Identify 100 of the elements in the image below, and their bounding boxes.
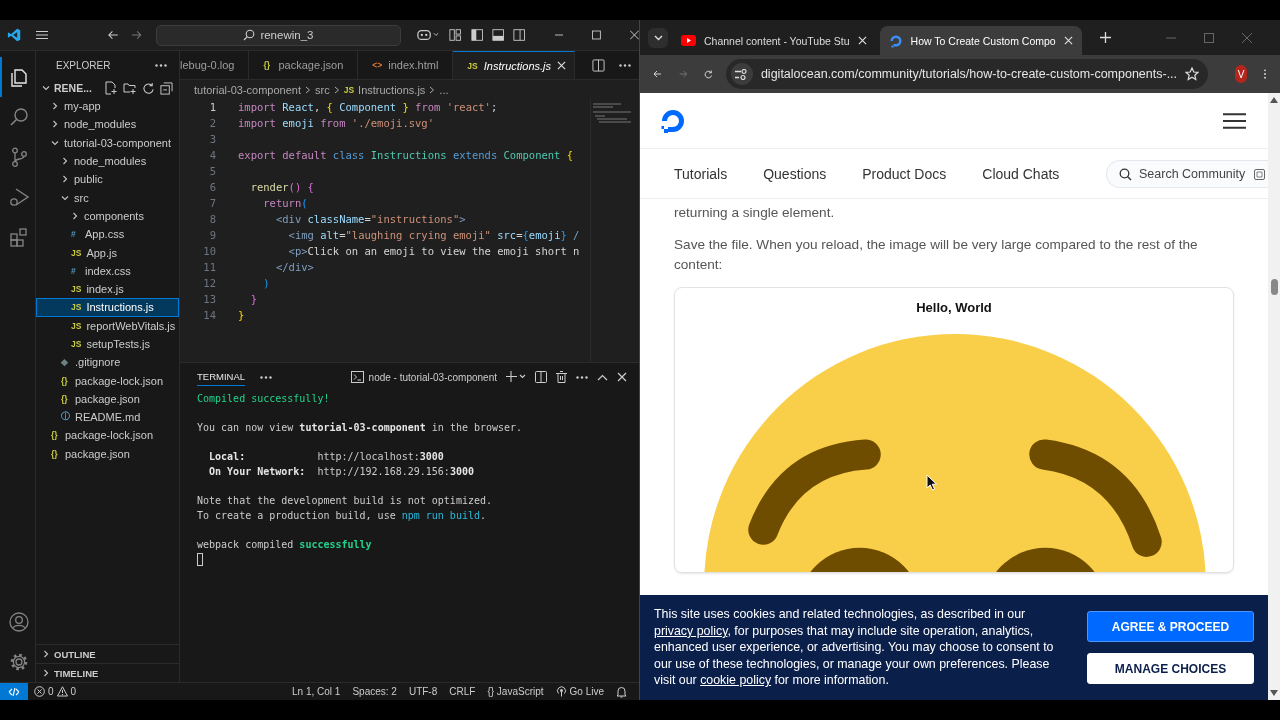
chevron-icon [429, 85, 436, 94]
editor-tab[interactable]: JS Instructions.js [453, 51, 575, 79]
customize-layout-icon[interactable] [449, 28, 462, 42]
scroll-down-icon[interactable] [1270, 690, 1278, 696]
tree-item[interactable]: node_modules [36, 115, 179, 134]
new-tab-icon[interactable] [1099, 32, 1111, 43]
tree-item[interactable]: {} package-lock.json [36, 371, 179, 390]
app-logo-icon[interactable] [7, 27, 22, 43]
cookie-notice: This site uses cookies and related technologies, as described in our privacy policy, for purposes that may include site operation, analytics, enhanced user experience, or advertising. You may choose to consent to our use of these technologies, or manage your own preferences. Please visit our cookie policy for more information. [654, 606, 1055, 689]
breadcrumb-item[interactable]: Instructions.js [358, 83, 426, 96]
status-item[interactable]: Go Live [549, 686, 610, 697]
tree-item[interactable]: # index.css [36, 261, 179, 280]
problems-button[interactable]: 0 0 [28, 686, 83, 697]
status-item[interactable]: {} JavaScript [481, 686, 550, 697]
file-name: package-lock.json [75, 374, 164, 387]
back-arrow-icon[interactable] [653, 68, 662, 80]
refresh-icon[interactable] [142, 81, 155, 95]
tree-item[interactable]: src [36, 188, 179, 207]
editor-tab[interactable]: lebug-0.log [180, 51, 250, 79]
forward-arrow-icon[interactable] [131, 30, 142, 40]
workspace-folder[interactable]: RENE... [36, 82, 92, 94]
editor-tab[interactable]: {} package.json [249, 51, 359, 79]
tree-item[interactable]: components [36, 206, 179, 226]
address-bar[interactable]: digitalocean.com/community/tutorials/how-to-create-custom-components-... [725, 59, 1209, 89]
tree-item[interactable]: JS index.js [36, 279, 179, 299]
bell-icon[interactable] [616, 685, 627, 698]
tree-item[interactable]: ⓘ README.md [36, 408, 179, 427]
tree-item[interactable]: my-app [36, 97, 179, 116]
status-item[interactable]: Ln 1, Col 1 [286, 686, 347, 697]
tree-item[interactable]: public [36, 170, 179, 189]
tree-item[interactable]: node_modules [36, 151, 179, 171]
tab-label: package.json [278, 59, 344, 71]
nav-link[interactable]: Product Docs [862, 165, 947, 182]
tree-item[interactable]: ◆ .gitignore [36, 353, 179, 372]
tree-item[interactable]: JS reportWebVitals.js [36, 316, 179, 335]
toggle-panel-icon[interactable] [491, 28, 505, 42]
code-line: render() { [249, 181, 314, 193]
split-editor-icon[interactable] [592, 58, 605, 72]
tree-item[interactable]: {} package.json [36, 389, 179, 409]
code-line: <div className="instructions"> [274, 213, 466, 225]
collapse-all-icon[interactable] [160, 81, 173, 95]
more-actions-icon[interactable] [260, 375, 273, 379]
star-icon[interactable] [1185, 67, 1200, 81]
mouse-pointer-icon [926, 474, 938, 491]
nav-link[interactable]: Cloud Chats [982, 165, 1060, 182]
tree-item[interactable]: # App.css [36, 225, 179, 244]
paragraph: returning a single element. [674, 204, 836, 222]
panel-tab[interactable]: TERMINAL [197, 368, 246, 386]
tree-item[interactable]: JS App.js [36, 243, 179, 262]
browser-tab[interactable]: How To Create Custom Compo [879, 26, 1082, 55]
command-center[interactable]: renewin_3 [155, 24, 402, 46]
breadcrumb-item[interactable]: src [315, 83, 330, 96]
search-field[interactable]: Search Community [1106, 159, 1268, 188]
split-terminal-icon[interactable] [535, 371, 547, 383]
trash-icon[interactable] [556, 371, 567, 383]
more-actions-icon[interactable] [155, 63, 167, 67]
scroll-up-icon[interactable] [1270, 97, 1278, 103]
nav-link[interactable]: Tutorials [674, 165, 728, 182]
tab-title: How To Create Custom Compo [910, 34, 1056, 47]
file-type-icon: ◆ [61, 357, 70, 368]
code-line: <img alt="laughing crying emoji" src={emoji} / [287, 229, 580, 241]
breadcrumb-item[interactable]: ... [439, 83, 449, 96]
new-file-icon[interactable] [104, 81, 118, 95]
remote-button[interactable] [0, 683, 28, 700]
terminal-name[interactable]: node - tutorial-03-component [368, 371, 497, 383]
more-actions-icon[interactable] [619, 63, 631, 67]
panel-title: EXPLORER [56, 59, 111, 71]
site-settings-icon[interactable] [730, 63, 753, 85]
tree-item[interactable]: tutorial-03-component [36, 133, 179, 152]
status-item[interactable]: CRLF [443, 686, 482, 697]
tab-label: lebug-0.log [180, 59, 235, 71]
tree-item[interactable]: {} package-lock.json [36, 426, 179, 445]
browser-tab[interactable]: Channel content - YouTube Stu [672, 26, 876, 55]
image-caption: Hello, World [916, 300, 992, 315]
nav-link[interactable]: Questions [763, 165, 827, 182]
scrollbar-thumb[interactable] [1270, 279, 1278, 295]
manage-button[interactable]: MANAGE CHOICES [1087, 653, 1254, 684]
menu-icon[interactable] [1223, 112, 1246, 129]
profile-avatar[interactable]: V [1235, 65, 1247, 83]
toggle-sidebar-icon[interactable] [470, 28, 483, 42]
more-actions-icon[interactable] [576, 375, 588, 379]
status-item[interactable]: Spaces: 2 [346, 686, 403, 697]
new-terminal-icon[interactable] [506, 371, 526, 383]
policy-link[interactable]: cookie policy [700, 673, 772, 688]
toggle-secondary-sidebar-icon[interactable] [513, 28, 526, 42]
status-item[interactable]: UTF-8 [402, 686, 444, 697]
tab-search-button[interactable] [648, 27, 668, 48]
copilot-icon[interactable] [417, 28, 441, 42]
terminal-icon [350, 371, 364, 383]
breadcrumb-item[interactable]: tutorial-03-component [194, 83, 301, 96]
tree-item[interactable]: JS setupTests.js [36, 334, 179, 354]
maximize-panel-icon[interactable] [597, 373, 608, 381]
tree-item[interactable]: JS Instructions.js [36, 298, 179, 317]
line-number: 8 [208, 213, 216, 225]
account-icon[interactable] [7, 611, 30, 633]
collapsible-section[interactable]: OUTLINE [36, 644, 179, 663]
new-folder-icon[interactable] [123, 81, 137, 95]
accept-button[interactable]: AGREE & PROCEED [1087, 611, 1254, 642]
back-arrow-icon[interactable] [108, 30, 120, 40]
tree-item[interactable]: {} package.json [36, 444, 179, 463]
